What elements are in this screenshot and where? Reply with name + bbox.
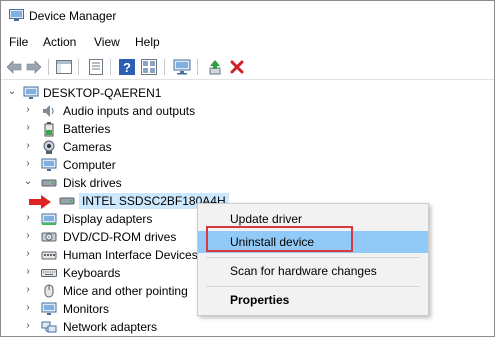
toolbar: ?	[1, 54, 494, 80]
chevron-right-icon[interactable]: ›	[23, 319, 33, 333]
tree-item-label: Audio inputs and outputs	[63, 104, 196, 118]
hid-icon	[41, 251, 57, 260]
menu-separator	[206, 286, 420, 287]
chevron-right-icon[interactable]: ›	[23, 121, 33, 135]
menu-scan-hardware[interactable]: Scan for hardware changes	[198, 260, 428, 282]
chevron-right-icon[interactable]: ›	[23, 103, 33, 117]
chevron-right-icon[interactable]: ›	[23, 139, 33, 153]
chevron-right-icon[interactable]: ›	[23, 157, 33, 171]
menu-properties[interactable]: Properties	[198, 289, 428, 311]
chevron-right-icon[interactable]: ›	[23, 301, 33, 315]
device-manager-window: Device Manager File Action View Help ? ⌄…	[0, 0, 495, 337]
dvd-icon	[41, 232, 57, 242]
uninstall-icon[interactable]	[228, 58, 246, 76]
tree-item[interactable]: › Computer	[1, 156, 494, 174]
menu-help[interactable]: Help	[135, 35, 160, 49]
battery-icon	[44, 122, 54, 137]
update-driver-icon[interactable]	[206, 58, 224, 76]
device-manager-icon	[9, 9, 24, 21]
help-icon[interactable]: ?	[118, 58, 136, 76]
chevron-right-icon[interactable]: ›	[23, 283, 33, 297]
menu-action[interactable]: Action	[43, 35, 76, 49]
chevron-right-icon[interactable]: ›	[23, 229, 33, 243]
tree-item-label: Keyboards	[63, 266, 121, 280]
chevron-down-icon[interactable]: ⌄	[7, 85, 17, 99]
back-arrow-icon[interactable]	[5, 58, 23, 76]
tree-item-label: Disk drives	[63, 176, 122, 190]
menu-view[interactable]: View	[94, 35, 120, 49]
camera-icon	[43, 140, 55, 154]
tree-item[interactable]: › Network adapters	[1, 318, 494, 336]
menu-file[interactable]: File	[9, 35, 28, 49]
network-adapter-icon	[41, 321, 57, 333]
chevron-right-icon[interactable]: ›	[23, 247, 33, 261]
tree-root[interactable]: ⌄ DESKTOP-QAEREN1	[1, 84, 494, 102]
tree-item[interactable]: › Cameras	[1, 138, 494, 156]
toolbar-separator	[164, 59, 165, 75]
annotation-highlight-box	[206, 226, 353, 252]
svg-text:?: ?	[123, 60, 131, 75]
monitor-icon	[41, 302, 57, 315]
computer-icon	[23, 86, 39, 99]
speaker-icon	[43, 105, 54, 117]
tree-item[interactable]: › Batteries	[1, 120, 494, 138]
tree-item-label: Mice and other pointing	[63, 284, 188, 298]
window-title: Device Manager	[29, 9, 117, 23]
tree-item-label: Computer	[63, 158, 116, 172]
tree-item-label: Display adapters	[63, 212, 153, 226]
chevron-right-icon[interactable]: ›	[23, 265, 33, 279]
toolbar-separator	[197, 59, 198, 75]
properties-icon[interactable]	[87, 58, 105, 76]
display-adapter-icon	[41, 213, 57, 225]
context-menu: Update driver Uninstall device Scan for …	[197, 203, 429, 316]
menu-bar: File Action View Help	[1, 32, 494, 52]
computer-icon	[41, 158, 57, 171]
chevron-down-icon[interactable]: ⌄	[23, 175, 33, 189]
tree-item-label: Batteries	[63, 122, 111, 136]
tree-item-label: Network adapters	[63, 320, 158, 334]
tree-item[interactable]: › Audio inputs and outputs	[1, 102, 494, 120]
tree-item[interactable]: ⌄ Disk drives	[1, 174, 494, 192]
tree-item-label: Human Interface Devices	[63, 248, 198, 262]
tree-root-label: DESKTOP-QAEREN1	[43, 86, 162, 100]
tree-item-label: Cameras	[63, 140, 112, 154]
disk-drive-icon	[41, 179, 57, 187]
toolbar-separator	[78, 59, 79, 75]
scan-hardware-icon[interactable]	[173, 58, 191, 76]
menu-separator	[206, 257, 420, 258]
toolbar-separator	[48, 59, 49, 75]
chevron-right-icon[interactable]: ›	[23, 211, 33, 225]
title-bar: Device Manager	[1, 1, 494, 31]
view-icon[interactable]	[140, 58, 158, 76]
forward-arrow-icon[interactable]	[25, 58, 43, 76]
tree-item-label: Monitors	[63, 302, 110, 316]
mouse-icon	[44, 284, 54, 298]
show-hide-tree-icon[interactable]	[55, 58, 73, 76]
tree-item-label: DVD/CD-ROM drives	[63, 230, 177, 244]
keyboard-icon	[41, 269, 57, 277]
disk-drive-icon	[59, 197, 75, 205]
toolbar-separator	[110, 59, 111, 75]
annotation-arrow-icon	[29, 195, 51, 209]
